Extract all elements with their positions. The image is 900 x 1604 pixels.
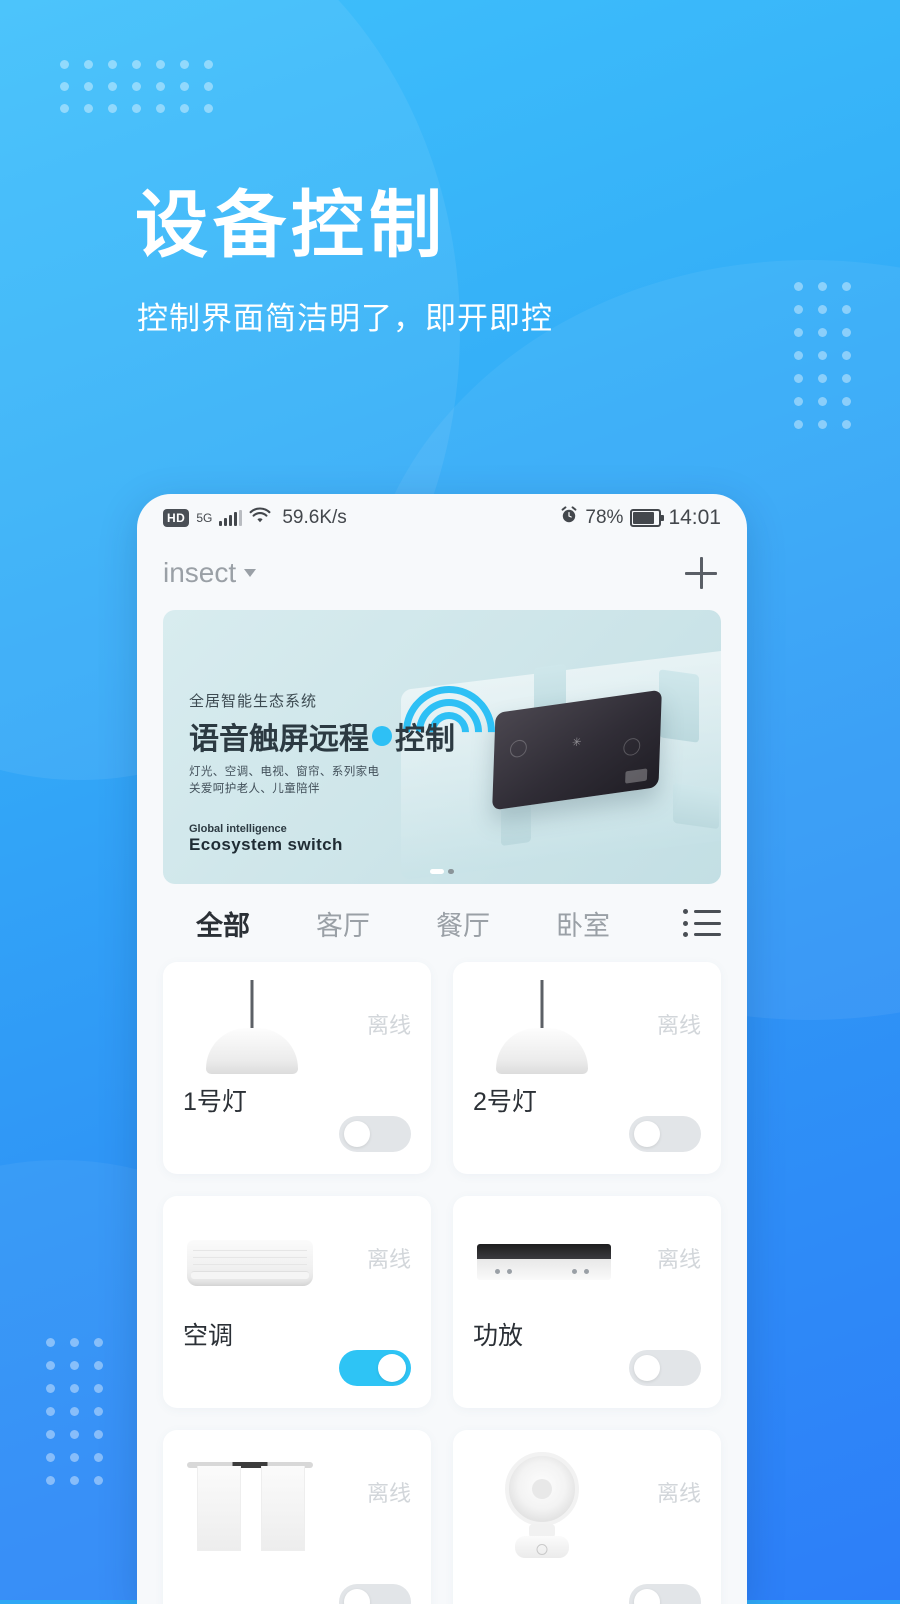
network-speed-label: 59.6K/s: [282, 507, 347, 528]
banner-page-indicator[interactable]: [448, 869, 454, 874]
banner-copy: 全居智能生态系统 语音触屏远程 控制 灯光、空调、电视、窗帘、系列家电 关爱呵护…: [189, 690, 455, 855]
wifi-icon: [249, 507, 271, 530]
banner-en-small: Global intelligence: [189, 823, 287, 836]
banner-title-left: 语音触屏远程: [189, 723, 369, 756]
banner-feature-line-2: 关爱呵护老人、儿童陪伴: [189, 782, 320, 795]
dot-grid-bottom-left: [46, 1338, 118, 1499]
add-device-button[interactable]: [681, 553, 721, 593]
banner-title-right: 控制: [395, 723, 455, 756]
pendant-lamp-icon: [187, 976, 317, 1076]
status-bar: HD 5G 59.6K/s 78% 14:01: [137, 494, 747, 542]
banner-features: 灯光、空调、电视、窗帘、系列家电 关爱呵护老人、儿童陪伴: [189, 764, 455, 797]
device-card[interactable]: 离线: [453, 1430, 721, 1604]
device-status: 离线: [366, 1481, 411, 1506]
device-status: 离线: [366, 1013, 411, 1038]
device-card[interactable]: 离线 1号灯: [163, 962, 431, 1174]
banner-page-indicator-active[interactable]: [430, 869, 444, 874]
device-card[interactable]: 离线 2号灯: [453, 962, 721, 1174]
page-subtitle: 控制界面简洁明了，即开即控: [137, 300, 553, 336]
chevron-down-icon[interactable]: [244, 569, 257, 577]
home-selector-label[interactable]: insect: [163, 557, 236, 589]
promo-banner[interactable]: ✳ 全居智能生态系统 语音触屏远程 控制 灯光、空调、电视、窗帘、系列家电 关爱…: [163, 610, 721, 884]
banner-feature-line-1: 灯光、空调、电视、窗帘、系列家电: [189, 766, 380, 778]
device-card[interactable]: 离线: [163, 1430, 431, 1604]
device-power-toggle[interactable]: [629, 1584, 701, 1604]
pendant-lamp-icon: [477, 976, 607, 1076]
device-card[interactable]: 离线 空调: [163, 1196, 431, 1408]
banner-block: [659, 669, 699, 743]
list-icon[interactable]: [683, 909, 721, 937]
signal-bars-icon: [219, 510, 243, 526]
device-name: 1号灯: [183, 1088, 247, 1116]
page-title: 设备控制: [135, 185, 447, 266]
alarm-clock-icon: [560, 506, 578, 530]
amplifier-icon: [477, 1210, 611, 1310]
tab-all[interactable]: 全部: [163, 904, 283, 943]
device-status: 离线: [656, 1247, 701, 1272]
promo-text-block: 设备控制 控制界面简洁明了，即开即控: [135, 185, 553, 338]
device-name: 2号灯: [473, 1088, 537, 1116]
banner-en-big: Ecosystem switch: [189, 835, 343, 855]
banner-title-ball-icon: [372, 726, 392, 746]
dot-grid-right: [794, 282, 866, 443]
device-grid: 离线 1号灯 离线 2号灯 离线 空调 离线 功放 离线 离线: [137, 962, 747, 1604]
status-bar-right: 78% 14:01: [560, 506, 721, 530]
hd-badge: HD: [163, 509, 190, 527]
device-status: 离线: [366, 1247, 411, 1272]
device-status: 离线: [656, 1013, 701, 1038]
phone-mockup: HD 5G 59.6K/s 78% 14:01 insect ✳ 全居智能生态系…: [137, 494, 747, 1604]
dot-grid-top-left: [60, 60, 228, 126]
banner-eyebrow: 全居智能生态系统: [189, 693, 318, 710]
air-conditioner-icon: [187, 1210, 317, 1310]
clock-label: 14:01: [668, 506, 721, 529]
room-tabs: 全部 客厅 餐厅 卧室: [137, 884, 747, 962]
battery-icon: [630, 509, 665, 527]
device-status: 离线: [656, 1481, 701, 1506]
device-power-toggle[interactable]: [629, 1116, 701, 1152]
banner-title: 语音触屏远程 控制: [189, 714, 455, 758]
tab-dining-room[interactable]: 餐厅: [403, 904, 523, 943]
device-power-toggle[interactable]: [339, 1350, 411, 1386]
banner-block: [673, 782, 719, 830]
device-name: 空调: [183, 1322, 234, 1350]
device-power-toggle[interactable]: [629, 1350, 701, 1386]
curtain-icon: [187, 1444, 317, 1551]
device-name: 功放: [473, 1322, 524, 1350]
status-bar-left: HD 5G 59.6K/s: [163, 507, 347, 530]
tab-bedroom[interactable]: 卧室: [523, 904, 643, 943]
fan-icon: [477, 1444, 607, 1558]
device-power-toggle[interactable]: [339, 1116, 411, 1152]
tab-living-room[interactable]: 客厅: [283, 904, 403, 943]
device-card[interactable]: 离线 功放: [453, 1196, 721, 1408]
device-power-toggle[interactable]: [339, 1584, 411, 1604]
battery-percent-label: 78%: [585, 507, 624, 528]
network-type-label: 5G: [196, 511, 213, 525]
banner-pagination[interactable]: [430, 869, 454, 874]
app-header: insect: [137, 542, 747, 604]
